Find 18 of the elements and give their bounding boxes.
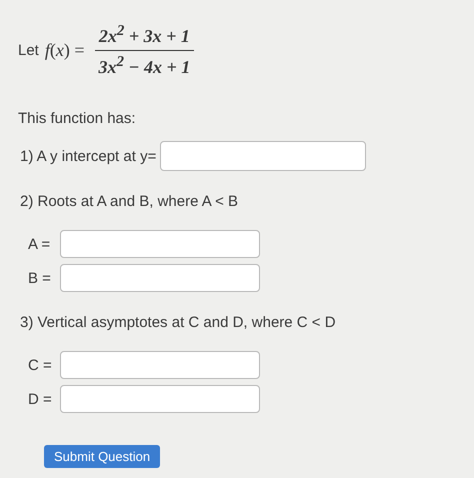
denominator: 3x$^{2}$ − 4x + 1 bbox=[97, 52, 192, 78]
let-label: Let bbox=[18, 42, 39, 58]
function-name: f(x) = bbox=[44, 40, 85, 60]
field-label: D = bbox=[28, 390, 53, 408]
question-prompt: 2) Roots at A and B, where A < B bbox=[20, 193, 240, 210]
answer-field[interactable] bbox=[60, 351, 260, 379]
numerator: 2x$^{2}$ + 3x + 1 bbox=[94, 22, 194, 50]
question-prompt: 3) Vertical asymptotes at C and D, where C < D bbox=[20, 314, 337, 331]
lead-text: This function has: bbox=[18, 110, 137, 127]
answer-field[interactable] bbox=[60, 230, 260, 258]
answer-field[interactable] bbox=[60, 264, 260, 292]
answer-field[interactable] bbox=[60, 385, 260, 413]
question-prompt: 1) A y intercept at y= bbox=[20, 148, 156, 164]
field-label: B = bbox=[28, 270, 52, 286]
field-label: C = bbox=[28, 356, 53, 374]
answer-field[interactable] bbox=[160, 141, 366, 171]
submit-button[interactable]: Submit Question bbox=[44, 445, 160, 468]
field-label: A = bbox=[28, 236, 52, 252]
